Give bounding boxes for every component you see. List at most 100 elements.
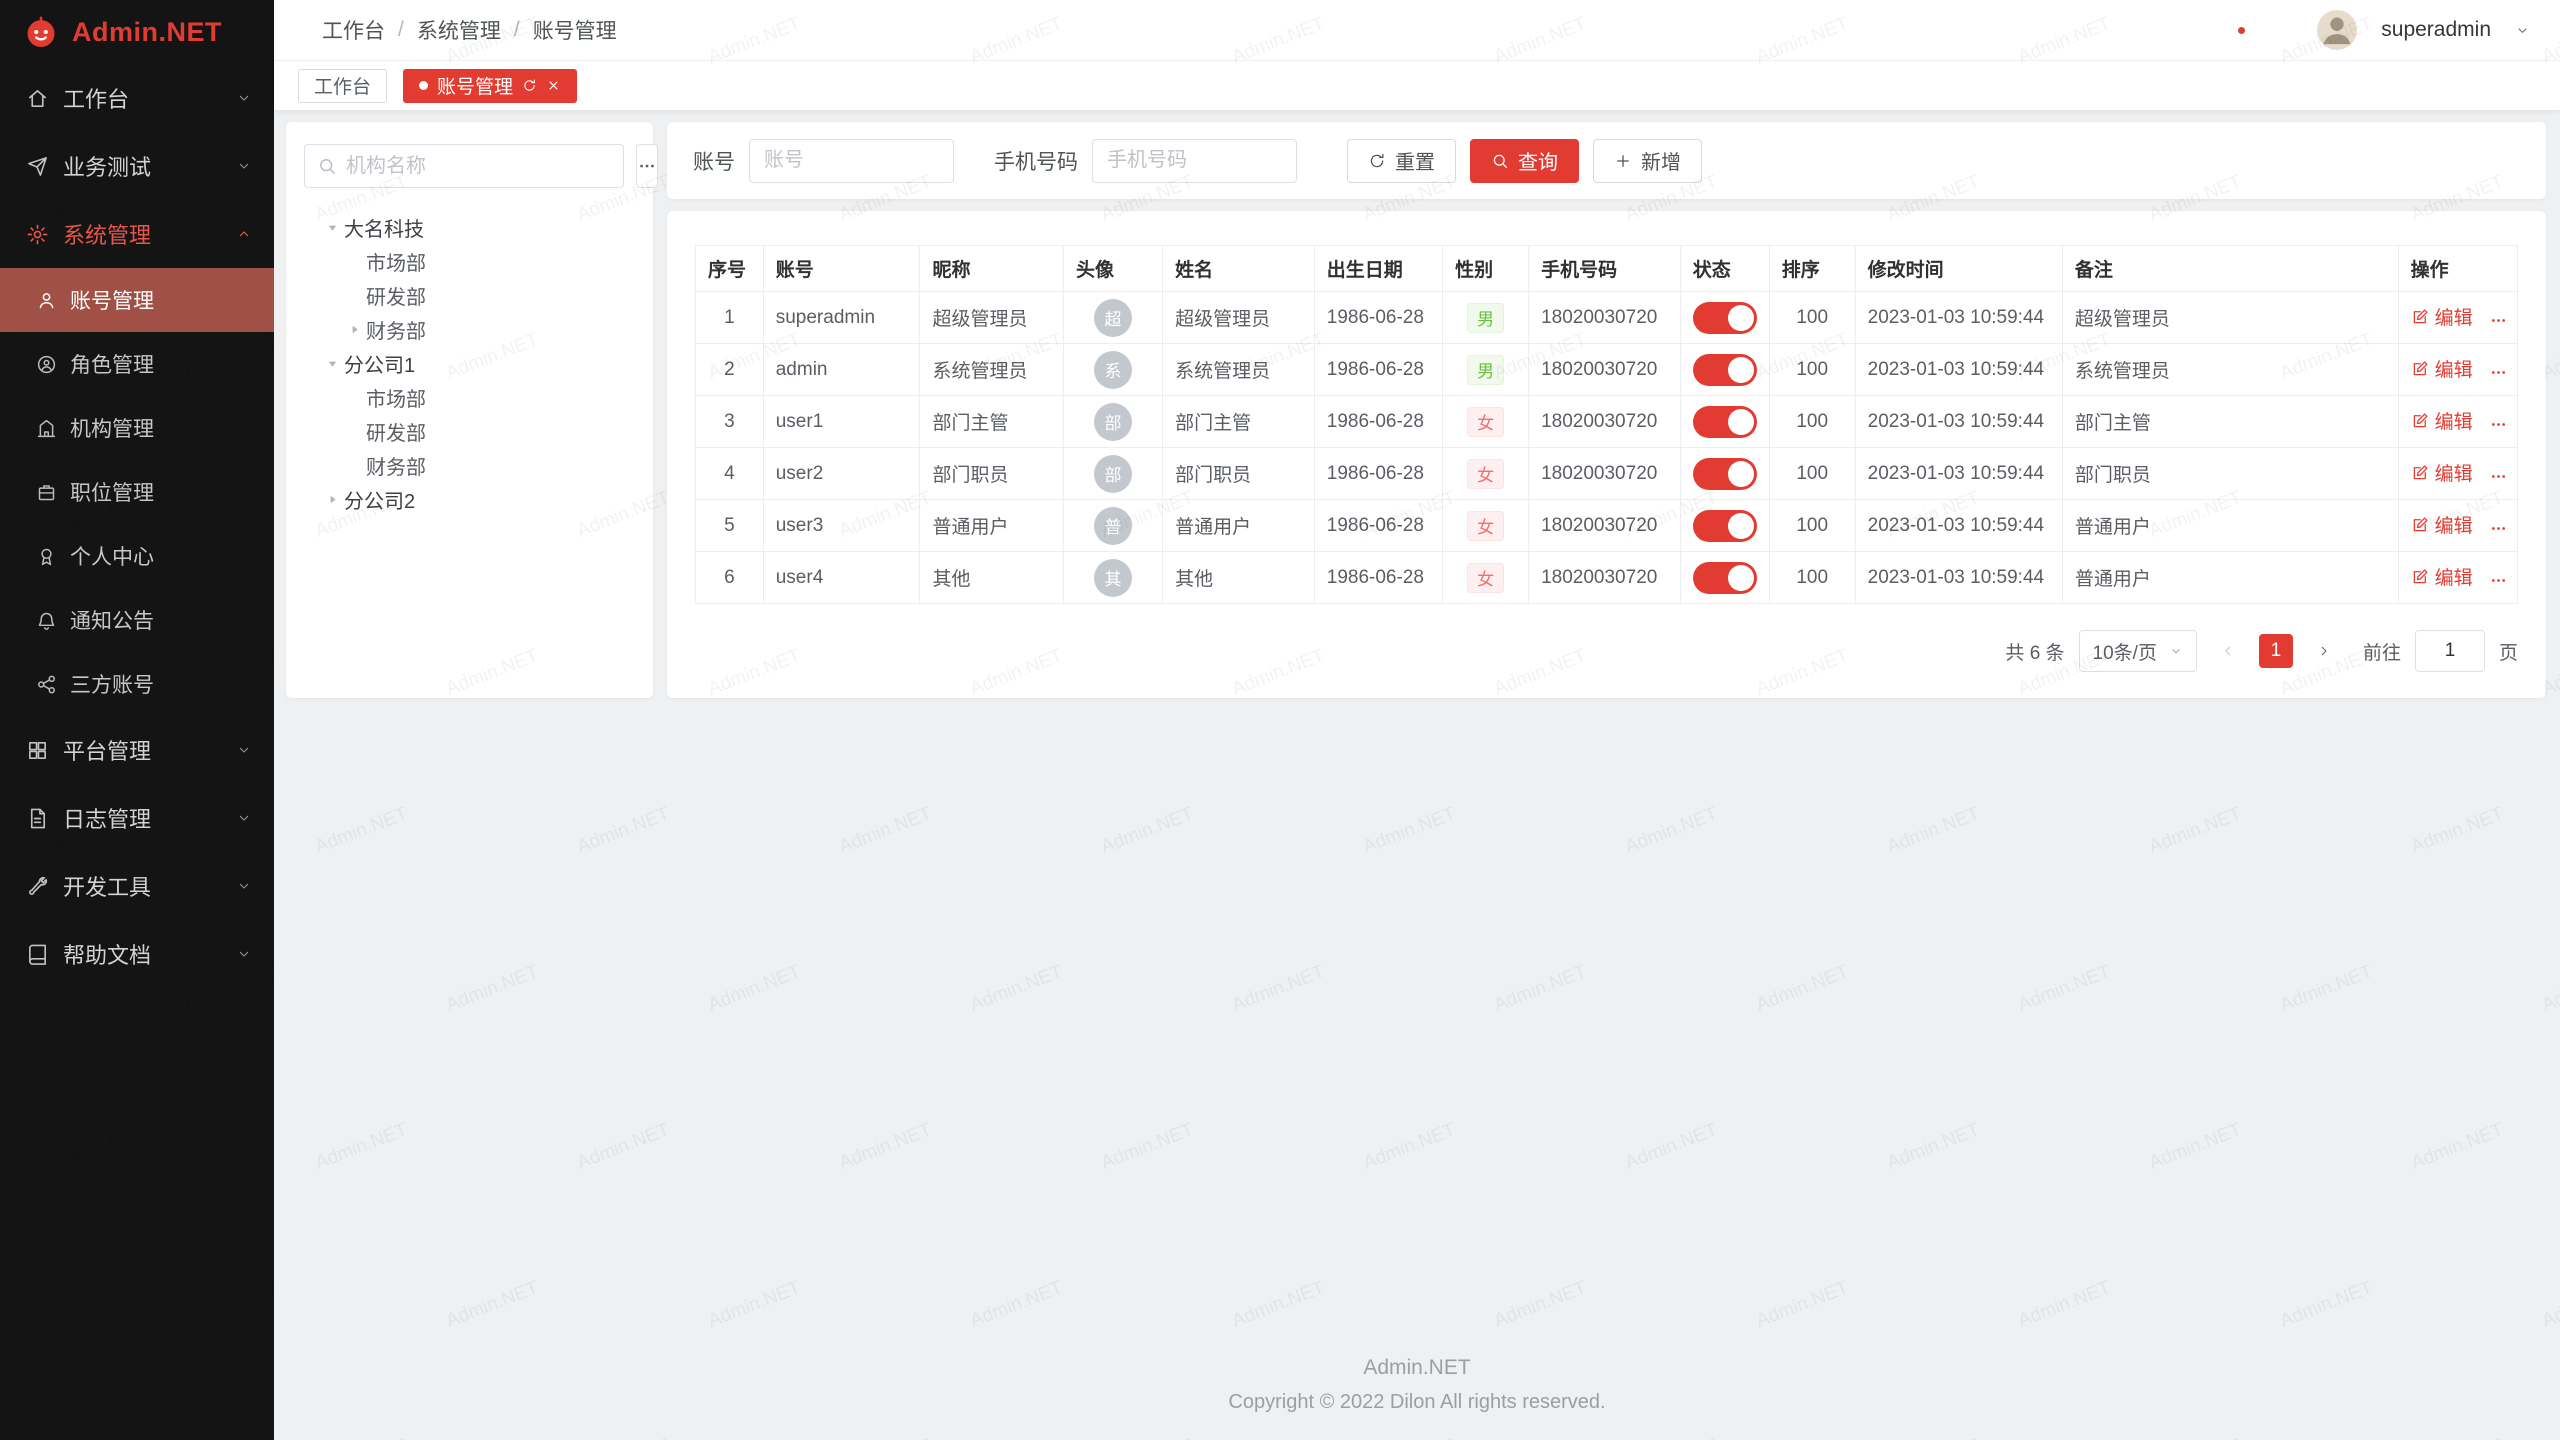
org-more-button[interactable] <box>636 144 658 188</box>
prev-page-button[interactable] <box>2211 634 2245 668</box>
next-page-button[interactable] <box>2307 634 2341 668</box>
page-size-value: 10条/页 <box>2093 638 2157 665</box>
cell-name: 部门职员 <box>1163 448 1315 500</box>
search-button[interactable]: 查询 <box>1470 139 1579 183</box>
table-row: 1superadmin超级管理员超超级管理员1986-06-28男1802003… <box>696 292 2518 344</box>
current-page[interactable]: 1 <box>2259 634 2293 668</box>
caret-open-icon[interactable] <box>320 220 344 235</box>
edit-button[interactable]: 编辑 <box>2411 459 2473 486</box>
status-toggle[interactable] <box>1693 302 1757 334</box>
chevron-down-icon <box>236 158 252 174</box>
add-button[interactable]: 新增 <box>1593 139 1702 183</box>
cell-index: 6 <box>696 552 764 604</box>
sidebar-item[interactable]: 工作台 <box>0 64 274 132</box>
sidebar-subitem[interactable]: 个人中心 <box>0 524 274 588</box>
sidebar-item-label: 平台管理 <box>63 734 151 766</box>
cell-status <box>1680 344 1769 396</box>
tree-node[interactable]: 财务部 <box>304 312 635 346</box>
position-icon <box>36 482 57 503</box>
column-header: 手机号码 <box>1529 246 1681 292</box>
sidebar-subitem[interactable]: 职位管理 <box>0 460 274 524</box>
cell-status <box>1680 448 1769 500</box>
tree-node[interactable]: 研发部 <box>304 278 635 312</box>
notification-badge <box>2236 25 2247 36</box>
reset-button[interactable]: 重置 <box>1347 139 1456 183</box>
cell-phone: 18020030720 <box>1529 396 1681 448</box>
row-avatar: 普 <box>1094 507 1132 545</box>
goto-label: 前往 <box>2363 638 2401 665</box>
breadcrumb-item[interactable]: 工作台 <box>322 15 385 45</box>
row-more-button[interactable] <box>2489 363 2508 382</box>
cell-actions: 编辑 <box>2398 552 2517 604</box>
tree-node[interactable]: 分公司2 <box>304 482 635 516</box>
caret-closed-icon[interactable] <box>320 492 344 507</box>
refresh-icon[interactable] <box>522 78 537 93</box>
edit-button[interactable]: 编辑 <box>2411 407 2473 434</box>
sidebar-item[interactable]: 日志管理 <box>0 784 274 852</box>
row-avatar: 超 <box>1094 299 1132 337</box>
edit-button[interactable]: 编辑 <box>2411 355 2473 382</box>
tree-node[interactable]: 研发部 <box>304 414 635 448</box>
edit-button[interactable]: 编辑 <box>2411 303 2473 330</box>
account-filter-input[interactable] <box>749 139 954 183</box>
page-size-select[interactable]: 10条/页 <box>2079 630 2197 672</box>
cell-gender: 女 <box>1443 448 1529 500</box>
sidebar-subitem[interactable]: 账号管理 <box>0 268 274 332</box>
close-icon[interactable] <box>546 78 561 93</box>
status-toggle[interactable] <box>1693 458 1757 490</box>
tree-node-label: 研发部 <box>366 417 426 446</box>
sidebar-subitem[interactable]: 通知公告 <box>0 588 274 652</box>
sidebar-item[interactable]: 平台管理 <box>0 716 274 784</box>
row-more-button[interactable] <box>2489 415 2508 434</box>
app-logo[interactable]: Admin.NET <box>0 0 274 64</box>
sidebar-item[interactable]: 业务测试 <box>0 132 274 200</box>
tools-icon <box>26 875 49 898</box>
cell-birthdate: 1986-06-28 <box>1314 448 1442 500</box>
sidebar-item-label: 业务测试 <box>63 150 151 182</box>
sidebar-subitem[interactable]: 角色管理 <box>0 332 274 396</box>
sidebar-item[interactable]: 系统管理 <box>0 200 274 268</box>
status-toggle[interactable] <box>1693 406 1757 438</box>
tree-node-label: 分公司2 <box>344 485 415 514</box>
breadcrumb-item[interactable]: 系统管理 <box>417 15 501 45</box>
cell-sort: 100 <box>1769 344 1855 396</box>
org-icon <box>36 418 57 439</box>
caret-open-icon[interactable] <box>320 356 344 371</box>
edit-button[interactable]: 编辑 <box>2411 511 2473 538</box>
row-more-button[interactable] <box>2489 311 2508 330</box>
account-filter-label: 账号 <box>693 146 735 176</box>
tab-item[interactable]: 账号管理 <box>403 69 577 103</box>
tab-item[interactable]: 工作台 <box>298 69 387 103</box>
tree-node[interactable]: 市场部 <box>304 380 635 414</box>
phone-filter-input[interactable] <box>1092 139 1297 183</box>
username[interactable]: superadmin <box>2381 18 2491 42</box>
tree-node[interactable]: 市场部 <box>304 244 635 278</box>
user-avatar[interactable] <box>2317 10 2357 50</box>
row-more-button[interactable] <box>2489 571 2508 590</box>
tree-node[interactable]: 财务部 <box>304 448 635 482</box>
edit-button[interactable]: 编辑 <box>2411 563 2473 590</box>
row-more-button[interactable] <box>2489 519 2508 538</box>
cell-remark: 部门主管 <box>2062 396 2398 448</box>
tree-node[interactable]: 分公司1 <box>304 346 635 380</box>
status-toggle[interactable] <box>1693 562 1757 594</box>
gender-tag: 女 <box>1467 563 1504 593</box>
chevron-up-icon <box>236 226 252 242</box>
table-row: 4user2部门职员部部门职员1986-06-28女18020030720100… <box>696 448 2518 500</box>
status-toggle[interactable] <box>1693 354 1757 386</box>
org-search-input[interactable] <box>346 155 611 178</box>
caret-closed-icon[interactable] <box>342 322 366 337</box>
sidebar-subitem[interactable]: 机构管理 <box>0 396 274 460</box>
org-search-field[interactable] <box>304 144 624 188</box>
sidebar-subitem[interactable]: 三方账号 <box>0 652 274 716</box>
row-more-button[interactable] <box>2489 467 2508 486</box>
status-toggle[interactable] <box>1693 510 1757 542</box>
cell-gender: 女 <box>1443 396 1529 448</box>
breadcrumb-item[interactable]: 账号管理 <box>533 15 617 45</box>
sidebar-item[interactable]: 帮助文档 <box>0 920 274 988</box>
cell-remark: 超级管理员 <box>2062 292 2398 344</box>
sidebar-item[interactable]: 开发工具 <box>0 852 274 920</box>
goto-page-input[interactable] <box>2415 630 2485 672</box>
tree-node[interactable]: 大名科技 <box>304 210 635 244</box>
chevron-down-icon[interactable] <box>2515 23 2530 38</box>
